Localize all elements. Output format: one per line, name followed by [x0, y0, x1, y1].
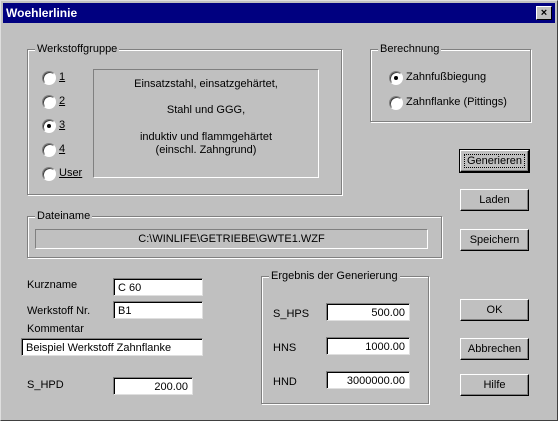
radio-button-icon[interactable]: [389, 96, 403, 110]
berechnung-legend: Berechnung: [378, 42, 442, 56]
shpd-label: S_HPD: [27, 379, 64, 391]
radio-label-zahnfussbiegung[interactable]: Zahnfußbiegung: [406, 70, 486, 84]
window-title: Woehlerlinie: [6, 6, 78, 20]
description-line: (einschl. Zahngrund): [155, 144, 257, 156]
werkstoffgruppe-legend: Werkstoffgruppe: [35, 42, 120, 56]
shps-label: S_HPS: [273, 308, 310, 320]
ok-button[interactable]: OK: [460, 299, 529, 321]
radio-label-zahnflanke[interactable]: Zahnflanke (Pittings): [406, 95, 507, 109]
shpd-input[interactable]: 200.00: [113, 377, 193, 395]
radio-button-icon[interactable]: [42, 95, 56, 109]
werkstoff-nr-input[interactable]: B1: [113, 301, 203, 319]
shps-input[interactable]: 500.00: [326, 303, 410, 321]
kurzname-label: Kurzname: [27, 279, 78, 291]
radio-button-icon[interactable]: [42, 71, 56, 85]
description-line: induktiv und flammgehärtet: [139, 131, 273, 143]
title-bar[interactable]: Woehlerlinie ×: [3, 3, 555, 23]
kommentar-label: Kommentar: [27, 323, 84, 335]
berechnung-group: Berechnung: [370, 42, 531, 122]
dialog-window: Woehlerlinie × Werkstoffgruppe 1 2 3 4 U…: [0, 0, 558, 421]
radio-label-user-text: User: [59, 167, 83, 179]
radio-label-4[interactable]: 4: [59, 142, 65, 156]
description-line: Einsatzstahl, einsatzgehärtet,: [134, 78, 278, 90]
radio-button-icon[interactable]: [42, 143, 56, 157]
hilfe-button[interactable]: Hilfe: [460, 374, 529, 396]
radio-label-3[interactable]: 3: [59, 118, 65, 132]
material-description-panel: Einsatzstahl, einsatzgehärtet, Stahl und…: [93, 69, 319, 178]
radio-label-2[interactable]: 2: [59, 94, 65, 108]
close-button[interactable]: ×: [536, 6, 552, 20]
dateiname-legend: Dateiname: [35, 209, 93, 223]
radio-button-icon[interactable]: [389, 71, 403, 85]
speichern-button[interactable]: Speichern: [460, 229, 529, 251]
radio-label-user[interactable]: User: [59, 166, 82, 180]
ergebnis-legend: Ergebnis der Generierung: [269, 269, 400, 283]
werkstoff-nr-label: Werkstoff Nr.: [27, 305, 91, 317]
filename-display: C:\WINLIFE\GETRIEBE\GWTE1.WZF: [35, 229, 428, 249]
hnd-label: HND: [273, 376, 297, 388]
hns-label: HNS: [273, 342, 297, 354]
hnd-input[interactable]: 3000000.00: [326, 371, 410, 389]
description-line: Stahl und GGG,: [166, 104, 246, 116]
generieren-button[interactable]: Generieren: [459, 149, 530, 173]
radio-button-icon[interactable]: [42, 167, 56, 181]
filename-value: C:\WINLIFE\GETRIEBE\GWTE1.WZF: [138, 233, 325, 245]
radio-button-icon[interactable]: [42, 119, 56, 133]
kommentar-input[interactable]: Beispiel Werkstoff Zahnflanke: [21, 338, 203, 356]
kurzname-input[interactable]: C 60: [113, 278, 203, 296]
laden-button[interactable]: Laden: [460, 189, 529, 211]
hns-input[interactable]: 1000.00: [326, 337, 410, 355]
abbrechen-button[interactable]: Abbrechen: [460, 338, 529, 360]
radio-label-1[interactable]: 1: [59, 70, 65, 84]
